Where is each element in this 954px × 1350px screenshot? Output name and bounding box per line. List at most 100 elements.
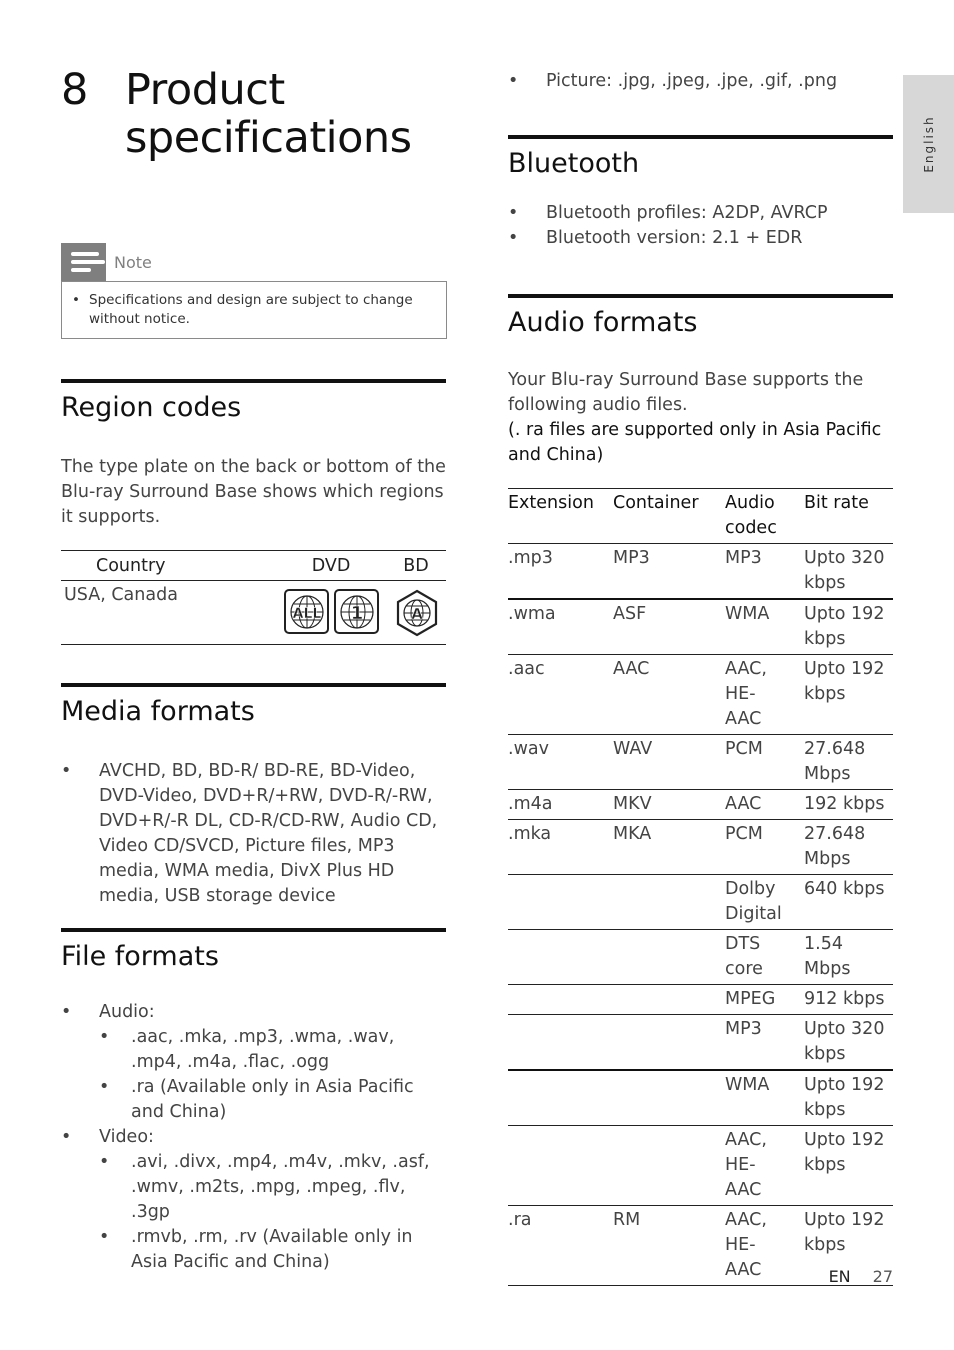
file-formats-section: File formats • Audio: • .aac, .mka, .mp3, … [61,928,446,1275]
audio-formats-table: Extension Container Audio codec Bit rate… [508,488,893,1286]
picture-formats: • Picture: .jpg, .jpeg, .jpe, .gif, .png [508,69,893,94]
extension-cell: .mp3 [508,548,553,568]
col-container: Container [613,493,699,513]
page-footer: EN 27 [829,1267,893,1286]
codec-cell: AAC, HE- AAC [725,1130,767,1200]
codec-cell: AAC [725,794,762,814]
section-rule [61,928,446,932]
container-cell: AAC [613,659,650,679]
language-tab-label: English [921,115,936,173]
region-body: The type plate on the back or bottom of … [61,457,446,527]
list-item: • AVCHD, BD, BD-R/ BD-RE, BD-Video, DVD-V… [61,761,438,906]
region-codes-section: Region codes The type plate on the back … [61,379,446,645]
table-row: .mp3 MP3 MP3 Upto 320 kbps [508,544,893,599]
section-rule [61,379,446,383]
bitrate-cell: 192 kbps [804,794,885,814]
extension-cell [508,1070,613,1126]
note-box: Note • Specifications and design are sub… [61,243,447,339]
table-row: DTS core 1.54 Mbps [508,930,893,985]
section-rule [61,683,446,687]
container-cell [613,1015,725,1071]
container-cell: WAV [613,739,653,759]
bitrate-cell: 1.54 Mbps [804,934,851,979]
table-row: .wma ASF WMA Upto 192 kbps [508,599,893,655]
section-heading: Bluetooth [508,148,640,179]
extension-cell: .wav [508,739,549,759]
dvd-region-1-icon: 1 [334,589,379,634]
note-label: Note [114,252,152,272]
table-row: .mka MKA PCM 27.648 Mbps [508,820,893,875]
audio-note: (. ra files are supported only in Asia P… [508,420,882,465]
list-item: • Video: [61,1127,154,1147]
page-number: 27 [872,1267,893,1286]
codec-cell: AAC, HE- AAC [725,1210,767,1280]
bitrate-cell: Upto 320 kbps [804,548,885,593]
col-audio-codec: Audio codec [725,493,777,538]
bitrate-cell: Upto 192 kbps [804,1075,885,1120]
bitrate-cell: Upto 192 kbps [804,604,885,649]
extension-cell: .ra [508,1210,532,1230]
audio-formats-section: Audio formats Your Blu-ray Surround Base… [508,294,893,1286]
media-formats-section: Media formats • AVCHD, BD, BD-R/ BD-RE, B… [61,683,446,909]
extension-cell [508,875,613,930]
codec-cell: MPEG [725,989,776,1009]
col-extension: Extension [508,493,594,513]
extension-cell: .aac [508,659,545,679]
bitrate-cell: 27.648 Mbps [804,739,866,784]
section-heading: Audio formats [508,307,698,338]
container-cell [613,985,725,1015]
container-cell [613,930,725,985]
sub-list-item: • .ra (Available only in Asia Pacific and… [99,1077,414,1122]
container-cell [613,875,725,930]
container-cell: RM [613,1210,641,1230]
language-tab: English [903,75,954,213]
col-country: Country [96,555,166,576]
codec-cell: PCM [725,739,763,759]
codec-cell: AAC, HE- AAC [725,659,767,729]
container-cell: ASF [613,604,647,624]
bitrate-cell: Upto 192 kbps [804,1130,885,1175]
table-row: Dolby Digital 640 kbps [508,875,893,930]
note-icon [61,243,106,281]
sub-list-item: • .rmvb, .rm, .rv (Available only in Asia… [99,1227,413,1272]
container-cell: MP3 [613,548,650,568]
sub-list-item: • .avi, .divx, .mp4, .m4v, .mkv, .asf, .w… [99,1152,430,1222]
codec-cell: Dolby Digital [725,879,782,924]
extension-cell: .mka [508,824,552,844]
table-row: .wav WAV PCM 27.648 Mbps [508,735,893,790]
list-item: • Bluetooth version: 2.1 + EDR [508,228,803,248]
chapter-number: 8 [61,65,88,115]
container-cell: MKA [613,824,652,844]
table-row: .m4a MKV AAC 192 kbps [508,790,893,820]
bitrate-cell: Upto 192 kbps [804,659,885,704]
svg-text:ALL: ALL [292,606,321,622]
section-heading: File formats [61,941,219,972]
table-row: AAC, HE- AAC Upto 192 kbps [508,1126,893,1206]
list-item: • Audio: [61,1002,155,1022]
col-dvd: DVD [311,555,351,576]
container-cell [613,1070,725,1126]
extension-cell [508,985,613,1015]
section-rule [508,135,893,139]
table-row: USA, Canada ALL 1 A [61,581,446,644]
extension-cell [508,930,613,985]
extension-cell: .wma [508,604,556,624]
codec-cell: DTS core [725,934,763,979]
col-bd: BD [403,555,429,576]
chapter-heading: Product specifications [125,65,412,163]
section-rule [508,294,893,298]
country-cell: USA, Canada [64,585,178,605]
codec-cell: PCM [725,824,763,844]
footer-lang: EN [828,1267,851,1286]
sub-list-item: • .aac, .mka, .mp3, .wma, .wav, .mp4, .m4… [99,1027,395,1072]
bitrate-cell: 27.648 Mbps [804,824,866,869]
codec-cell: MP3 [725,1019,762,1039]
note-item: • Specifications and design are subject … [61,281,447,339]
bitrate-cell: Upto 320 kbps [804,1019,885,1064]
col-bit-rate: Bit rate [804,493,869,513]
extension-cell [508,1015,613,1071]
bd-region-a-icon: A [392,589,442,644]
codec-cell: MP3 [725,548,762,568]
table-row: MP3 Upto 320 kbps [508,1015,893,1071]
table-row: .aac AAC AAC, HE- AAC Upto 192 kbps [508,655,893,735]
